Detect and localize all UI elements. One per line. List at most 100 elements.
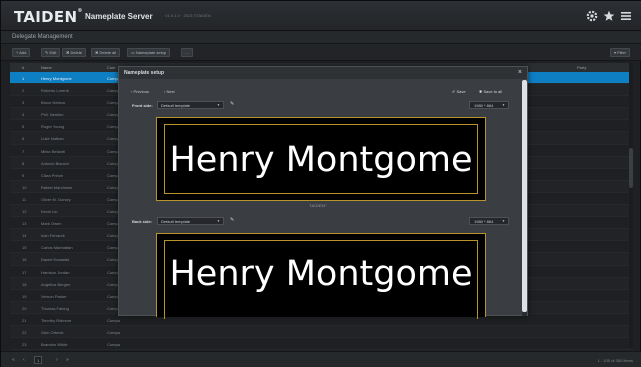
section-title: Delegate Management [12,34,73,40]
row-company: Compa [107,317,120,323]
row-number: 10 [22,184,27,190]
edit-back-template-icon[interactable]: ✎ [230,217,234,223]
dialog-scrollbar[interactable] [522,80,527,316]
row-name: Kevin Lin [41,209,58,215]
next-page-button[interactable]: › [56,357,58,363]
front-nameplate-name: Henry Montgome [169,140,473,180]
column-name[interactable]: Name [41,65,52,70]
save-to-all-button[interactable]: ✱ Save to all [479,89,502,94]
row-number: 14 [22,233,27,239]
previous-button[interactable]: ‹ Previous [131,89,149,94]
column-number[interactable]: # [22,65,24,70]
row-number: 8 [22,160,25,166]
row-number: 23 [22,342,27,348]
row-name: Thomas Fairing [41,305,69,311]
dialog-titlebar: Nameplate setup × [119,67,527,79]
row-number: 17 [22,269,27,275]
row-name: Timothy Ridmore [41,317,72,323]
delete-all-button[interactable]: ✖ Delete all [91,48,121,57]
row-name: Mark Owen [41,221,62,227]
brand-logo: TAIDEN® [14,8,83,26]
row-number: 9 [22,172,25,178]
column-party[interactable]: Party [577,65,586,70]
delete-button[interactable]: ✖ Delete [62,48,87,57]
first-page-button[interactable]: « [12,357,15,363]
page-info: 1 - 100 of 300 items [597,358,633,363]
front-resolution-select[interactable]: 1980 * 864 ▼ [469,101,509,109]
next-button[interactable]: › Next [164,89,175,94]
prev-page-button[interactable]: ‹ [23,357,25,363]
menu-icon[interactable] [620,10,632,22]
row-name: Ivan Ferrandi [41,233,65,239]
row-name: Rafael Marchesin [41,184,73,190]
scrollbar-thumb[interactable] [629,148,633,188]
column-company[interactable]: Com [107,65,115,70]
row-number: 3 [22,100,25,106]
row-number: 18 [22,281,27,287]
chevron-down-icon: ▼ [502,219,505,223]
chevron-down-icon: ▼ [217,103,220,107]
row-name: Daniel Kowalski [41,257,70,263]
table-row[interactable]: 23 Brandon White Compa [10,338,633,351]
nameplate-setup-button[interactable]: ▭ Nameplate setup [127,48,171,57]
row-name: Glen Orbeck [41,329,64,335]
chevron-down-icon: ▼ [502,103,505,107]
row-name: Phil. Newton [41,112,64,118]
row-number: 22 [22,329,27,335]
back-template-select[interactable]: Default template ▼ [157,217,224,225]
close-icon[interactable]: × [518,69,522,76]
row-number: 2 [22,88,25,94]
row-name: Harrison Jordan [41,269,70,275]
back-resolution-select[interactable]: 1980 * 864 ▼ [469,217,509,225]
back-nameplate-preview: Henry Montgome [156,233,486,319]
row-name: Mirko Bellanti [41,148,66,154]
row-name: Luke Nathan [41,136,64,142]
add-button[interactable]: + Add [12,48,31,57]
last-page-button[interactable]: » [66,357,69,363]
row-name: Clara Prince [41,172,64,178]
filter-button[interactable]: ▾ Filter [610,48,631,57]
table-scrollbar[interactable] [629,63,633,348]
top-bar: TAIDEN® Nameplate Server V1.0.1.0 · 2023… [1,1,641,31]
row-name: Roger Young [41,124,65,130]
save-button[interactable]: ✔ Save [452,89,466,94]
row-number: 16 [22,257,27,263]
page-number-input[interactable]: 1 [34,356,42,364]
row-number: 11 [22,196,27,202]
row-number: 6 [22,136,25,142]
row-name: Oliver M. Dorsey [41,196,71,202]
row-name: Roberto Lorenti [41,88,69,94]
row-number: 4 [22,112,25,118]
row-name: Angelica Bergen [41,281,71,287]
row-name: Brandon White [41,342,68,348]
pagination-bar: « ‹ 1 › » 1 - 100 of 300 items [1,351,641,367]
edit-button[interactable]: ✎ Edit [41,48,61,57]
back-nameplate-name: Henry Montgome [169,254,473,294]
app-title: Nameplate Server [85,12,153,21]
row-name: Carlos Manhattan [41,245,73,251]
dialog-scrollbar-thumb[interactable] [522,80,527,312]
toolbar: + Add ✎ Edit ✖ Delete ✖ Delete all ▭ Nam… [1,44,641,61]
row-company: Compa [107,329,120,335]
row-number: 15 [22,245,27,251]
row-name: Bruce Nelson [41,100,66,106]
edit-front-template-icon[interactable]: ✎ [230,101,234,107]
row-number: 21 [22,317,27,323]
row-number: 12 [22,209,27,215]
row-number: 20 [22,305,27,311]
gear-icon[interactable] [586,10,598,22]
back-side-label: Back side: [132,219,153,224]
row-name: Antonio Bianchi [41,160,69,166]
more-button[interactable]: … [181,48,193,57]
nameplate-logo: TAIDEN° [309,203,328,208]
row-company: Compa [107,342,120,348]
dialog-title: Nameplate setup [124,70,165,76]
star-icon[interactable] [603,10,615,22]
row-number: 13 [22,221,27,227]
front-template-select[interactable]: Default template ▼ [157,101,224,109]
nameplate-setup-dialog: Nameplate setup × ‹ Previous › Next ✔ Sa… [118,66,528,319]
row-number: 19 [22,293,27,299]
section-header: Delegate Management [1,31,641,44]
row-number: 5 [22,124,25,130]
table-row[interactable]: 22 Glen Orbeck Compa [10,325,633,339]
